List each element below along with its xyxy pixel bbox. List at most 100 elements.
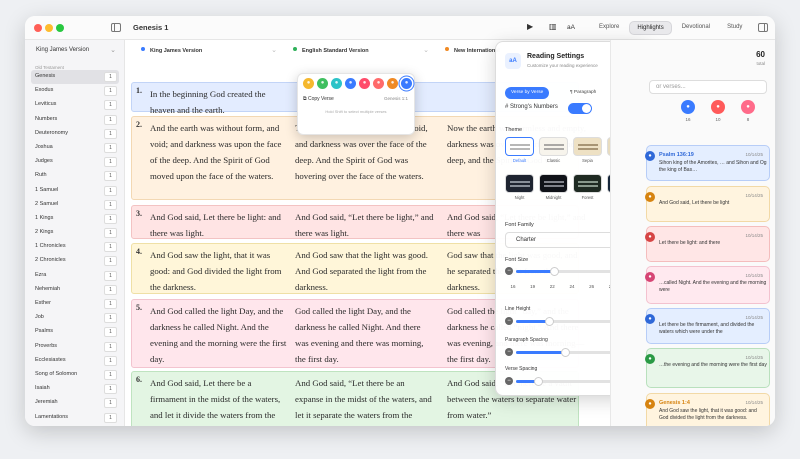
highlight-date: 10/14/25	[745, 273, 763, 278]
sidebar-book-item[interactable]: 2 Samuel 1	[31, 198, 119, 212]
highlight-color-filter[interactable]: ●	[711, 100, 725, 114]
version-column-header[interactable]: English Standard Version ⌄	[289, 44, 429, 58]
sidebar-book-item[interactable]: Ezra 1	[31, 269, 119, 283]
highlight-color-filter[interactable]: ●	[681, 100, 695, 114]
font-size-preset[interactable]: 26	[585, 284, 599, 289]
text-size-icon[interactable]: aA	[567, 24, 575, 31]
highlight-swatch-green[interactable]: ●	[317, 78, 328, 89]
minimize-window-button[interactable]	[45, 24, 53, 32]
sidebar-book-item[interactable]: Psalms 1	[31, 325, 119, 339]
font-size-preset[interactable]: 19	[526, 284, 540, 289]
theme-option[interactable]	[539, 137, 568, 156]
version-select[interactable]: King James Version ⌄	[31, 44, 119, 58]
chapter-count: 1	[104, 284, 117, 295]
highlight-swatch-pink[interactable]: ●	[359, 78, 370, 89]
strongs-numbers-toggle[interactable]	[568, 103, 592, 114]
highlight-card[interactable]: ● Psalm 136:19 10/14/25 Sihon king of the A…	[645, 145, 770, 181]
sidebar-book-item[interactable]: Ecclesiastes 1	[31, 354, 119, 368]
decrease-button[interactable]: −	[505, 377, 513, 385]
highlight-search-input[interactable]: or verses...	[649, 80, 767, 94]
theme-option[interactable]	[539, 174, 568, 193]
highlight-swatch-selected-blue[interactable]: ●	[401, 78, 412, 89]
sidebar-book-item[interactable]: Joshua 1	[31, 141, 119, 155]
highlight-card[interactable]: ● 10/14/25 Let there be light: and there	[645, 226, 770, 262]
sidebar-book-item[interactable]: Exodus 1	[31, 84, 119, 98]
sidebar-book-item[interactable]: 2 Kings 1	[31, 226, 119, 240]
highlight-card[interactable]: ● 10/14/25 …called Night. And the evening …	[645, 266, 770, 304]
verse-text: And God said, Let there be light: and th…	[150, 212, 281, 238]
sidebar-book-item[interactable]: 1 Kings 1	[31, 212, 119, 226]
sidebar-book-item[interactable]: Isaiah 1	[31, 382, 119, 396]
slider-knob[interactable]	[533, 377, 543, 386]
slider-knob[interactable]	[561, 348, 570, 357]
sidebar-book-item[interactable]: Nehemiah 1	[31, 283, 119, 297]
sidebar-book-item[interactable]: Judges 1	[31, 155, 119, 169]
paragraph-button[interactable]: ¶ Paragraph	[564, 87, 602, 99]
sidebar-book-item[interactable]: Leviticus 1	[31, 98, 119, 112]
sidebar-book-item[interactable]: Song of Solomon 1	[31, 368, 119, 382]
sidebar-book-item[interactable]: Numbers 1	[31, 113, 119, 127]
chapter-count: 1	[104, 355, 117, 366]
highlight-date: 10/14/25	[745, 233, 763, 238]
sidebar-book-item[interactable]: Job 1	[31, 311, 119, 325]
copy-verse-button[interactable]: ⧉ Copy Verse	[303, 96, 334, 102]
verse-by-verse-button[interactable]: Verse by Verse	[505, 87, 550, 99]
theme-option[interactable]	[505, 137, 534, 156]
verse-text: And the earth was without form, and void…	[150, 123, 282, 181]
verse-number: 1.	[136, 86, 142, 95]
sidebar-book-item[interactable]: Deuteronomy 1	[31, 127, 119, 141]
font-size-preset[interactable]: 16	[506, 284, 520, 289]
sidebar-book-item[interactable]: Jeremiah 1	[31, 396, 119, 410]
sidebar-toggle-icon[interactable]	[111, 23, 121, 32]
theme-option[interactable]	[573, 174, 602, 193]
highlight-card[interactable]: ● 10/14/25 …the evening and the morning we…	[645, 348, 770, 388]
verse-spacing-label: Verse Spacing	[505, 366, 538, 372]
chapter-count: 1	[104, 270, 117, 281]
tab-devotional[interactable]: Devotional	[675, 21, 717, 35]
decrease-button[interactable]: −	[505, 348, 513, 356]
highlight-swatch-yellow[interactable]: ●	[303, 78, 314, 89]
decrease-button[interactable]: −	[505, 267, 513, 275]
sidebar-book-item[interactable]: Proverbs 1	[31, 340, 119, 354]
highlight-card[interactable]: ● Genesis 1:4 10/14/25 And God saw the ligh…	[645, 393, 770, 426]
highlight-date: 10/14/25	[745, 193, 763, 198]
sidebar-book-item[interactable]: Ruth 1	[31, 169, 119, 183]
chapter-count: 1	[104, 398, 117, 409]
highlight-color-count: 8	[746, 117, 750, 122]
sidebar-book-item[interactable]: Genesis 1	[31, 70, 119, 85]
font-size-preset[interactable]: 24	[565, 284, 579, 289]
font-size-preset[interactable]: 22	[545, 284, 559, 289]
sidebar-book-item[interactable]: 2 Chronicles 1	[31, 254, 119, 268]
sidebar-book-item[interactable]: Esther 1	[31, 297, 119, 311]
close-window-button[interactable]	[34, 24, 42, 32]
highlight-color-filter[interactable]: ●	[741, 100, 755, 114]
highlight-text: Let there be light: and there	[659, 240, 721, 246]
sidebar-book-item[interactable]: 1 Samuel 1	[31, 184, 119, 198]
theme-option[interactable]	[505, 174, 534, 193]
version-column-header[interactable]: King James Version ⌄	[137, 44, 277, 58]
highlight-swatch-red[interactable]: ●	[373, 78, 384, 89]
highlight-card[interactable]: ● 10/14/25 Let there be the firmament, and…	[645, 308, 770, 344]
sidebar-book-item[interactable]: 1 Chronicles 1	[31, 240, 119, 254]
inspector-toggle-icon[interactable]	[758, 23, 768, 32]
tab-explore[interactable]: Explore	[592, 21, 626, 35]
highlight-marker-icon: ●	[645, 272, 655, 282]
verse-number: 2.	[136, 120, 142, 129]
highlight-card[interactable]: ● 10/14/25 And God said, Let there be ligh…	[645, 186, 770, 222]
sidebar-book-item[interactable]: Lamentations 1	[31, 411, 119, 425]
slider-knob[interactable]	[544, 317, 554, 326]
highlight-swatch-blue[interactable]: ●	[345, 78, 356, 89]
tab-study[interactable]: Study	[720, 21, 749, 35]
play-icon[interactable]: ▶	[527, 22, 533, 31]
slider-knob[interactable]	[550, 267, 559, 276]
page-title: Genesis 1	[133, 23, 169, 32]
theme-name: Forest	[581, 195, 594, 200]
decrease-button[interactable]: −	[505, 317, 513, 325]
verse-text: And God said, “Let there be an expanse i…	[295, 378, 432, 420]
tab-highlights[interactable]: Highlights	[629, 21, 672, 35]
highlight-swatch-teal[interactable]: ●	[331, 78, 342, 89]
maximize-window-button[interactable]	[56, 24, 64, 32]
theme-option[interactable]	[573, 137, 602, 156]
highlight-swatch-orange[interactable]: ●	[387, 78, 398, 89]
columns-icon[interactable]: ▥	[549, 22, 557, 31]
